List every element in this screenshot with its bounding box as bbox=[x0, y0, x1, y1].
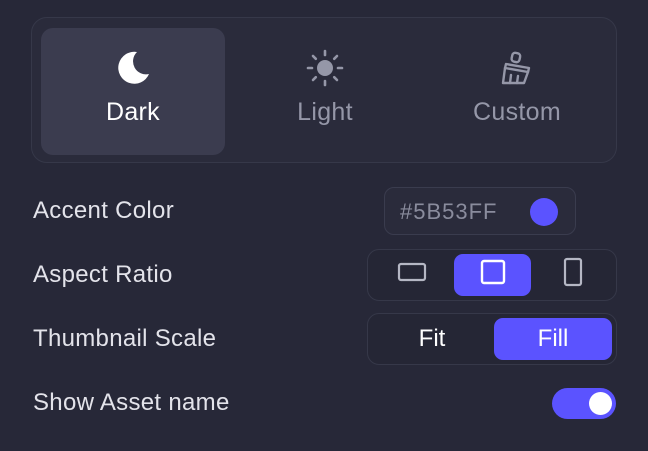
aspect-ratio-square[interactable] bbox=[454, 254, 531, 296]
thumbnail-scale-fill[interactable]: Fill bbox=[494, 318, 612, 360]
toggle-knob bbox=[589, 392, 612, 415]
theme-option-dark[interactable]: Dark bbox=[41, 28, 225, 155]
square-icon bbox=[480, 259, 506, 292]
thumbnail-scale-selector: Fit Fill bbox=[367, 313, 617, 365]
appearance-settings-panel: Dark Light Custom Accent Color #5B53FF A… bbox=[0, 0, 648, 451]
portrait-icon bbox=[562, 257, 584, 294]
theme-option-custom[interactable]: Custom bbox=[425, 28, 609, 155]
landscape-icon bbox=[397, 261, 427, 290]
thumbnail-scale-fit[interactable]: Fit bbox=[374, 318, 490, 360]
accent-color-input[interactable]: #5B53FF bbox=[384, 187, 576, 235]
accent-color-swatch[interactable] bbox=[530, 198, 558, 226]
show-asset-name-toggle[interactable] bbox=[552, 388, 616, 419]
thumbnail-scale-label: Thumbnail Scale bbox=[33, 325, 217, 352]
theme-option-label: Light bbox=[297, 98, 353, 126]
aspect-ratio-label: Aspect Ratio bbox=[33, 261, 173, 288]
aspect-ratio-selector bbox=[367, 249, 617, 301]
sun-icon bbox=[306, 49, 344, 87]
brush-icon bbox=[498, 50, 536, 86]
theme-option-label: Dark bbox=[106, 98, 160, 126]
accent-color-hex: #5B53FF bbox=[400, 199, 498, 224]
theme-option-light[interactable]: Light bbox=[233, 28, 417, 155]
theme-option-label: Custom bbox=[473, 98, 561, 126]
aspect-ratio-landscape[interactable] bbox=[374, 254, 450, 296]
accent-color-label: Accent Color bbox=[33, 197, 174, 224]
moon-icon bbox=[113, 50, 153, 86]
aspect-ratio-portrait[interactable] bbox=[535, 254, 611, 296]
theme-selector: Dark Light Custom bbox=[31, 17, 617, 163]
show-asset-name-label: Show Asset name bbox=[33, 389, 230, 416]
